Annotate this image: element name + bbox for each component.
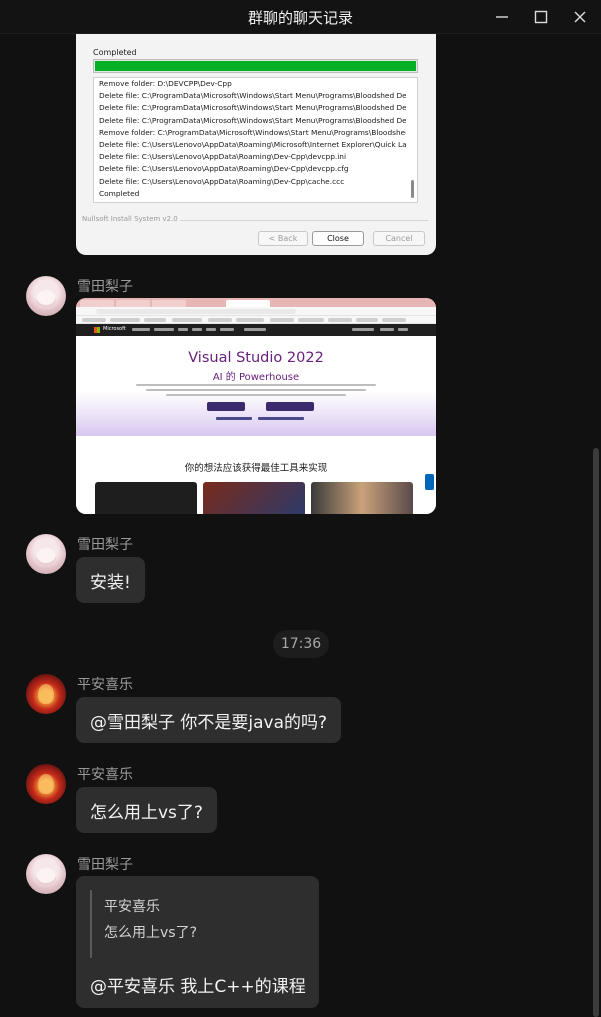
browser-tab: [116, 300, 150, 307]
time-divider: 17:36: [273, 630, 329, 658]
log-line: Remove folder: C:\ProgramData\Microsoft\…: [99, 127, 406, 137]
site-brand: Microsoft: [103, 326, 126, 332]
log-line: Delete file: C:\ProgramData\Microsoft\Wi…: [99, 115, 406, 125]
site-nav: Microsoft: [76, 324, 436, 336]
maximize-icon: [534, 10, 548, 24]
browser-address-bar: [76, 307, 436, 316]
avatar-snow[interactable]: [26, 854, 66, 894]
installer-system-label: Nullsoft Install System v2.0: [82, 215, 178, 223]
feedback-chip: [425, 474, 434, 490]
log-line: Delete file: C:\Users\Lenovo\AppData\Roa…: [99, 164, 349, 174]
log-line: Completed: [99, 188, 140, 198]
log-line: Delete file: C:\Users\Lenovo\AppData\Roa…: [99, 139, 406, 149]
log-line: Delete file: C:\ProgramData\Microsoft\Wi…: [99, 103, 406, 113]
log-line: Delete file: C:\Users\Lenovo\AppData\Roa…: [99, 152, 347, 162]
sender-name: 雪田梨子: [77, 857, 133, 873]
installer-status: Completed: [93, 48, 137, 57]
feature-card-code: [95, 482, 197, 514]
quoted-text[interactable]: 怎么用上vs了?: [104, 922, 197, 942]
avatar-fire[interactable]: [26, 674, 66, 714]
hero-subheadline: AI 的 Powerhouse: [212, 372, 300, 383]
log-scrollbar: [410, 82, 415, 200]
image-message-installer[interactable]: Completed Remove folder: D:\DEVCPP\Dev-C…: [76, 34, 436, 255]
close-button[interactable]: [560, 0, 600, 34]
section-title: 你的想法应该获得最佳工具来实现: [184, 463, 328, 474]
minimize-icon: [496, 16, 508, 18]
sender-name: 雪田梨子: [77, 279, 133, 295]
avatar-snow[interactable]: [26, 276, 66, 316]
installer-log: Remove folder: D:\DEVCPP\Dev-Cpp Delete …: [93, 77, 418, 203]
maximize-button[interactable]: [521, 0, 561, 34]
log-line: Remove folder: D:\DEVCPP\Dev-Cpp: [99, 79, 232, 88]
url-field: [96, 309, 296, 314]
browser-tab: [80, 300, 114, 307]
site-section: 你的想法应该获得最佳工具来实现: [76, 436, 436, 514]
divider: [180, 220, 428, 221]
chat-scrollbar[interactable]: [593, 448, 599, 1017]
message-bubble[interactable]: 怎么用上vs了?: [76, 787, 217, 833]
log-line: Delete file: C:\ProgramData\Microsoft\Wi…: [99, 91, 406, 101]
message-bubble[interactable]: @雪田梨子 你不是要java的吗?: [76, 697, 342, 743]
message-bubble[interactable]: 安装!: [76, 557, 145, 603]
log-line: Delete file: C:\Users\Lenovo\AppData\Roa…: [99, 176, 345, 186]
image-message-vs-website[interactable]: Microsoft Visual Studio 2022 AI 的 Powerh…: [76, 298, 436, 514]
site-hero: Visual Studio 2022 AI 的 Powerhouse: [76, 336, 436, 436]
microsoft-logo-icon: [94, 327, 100, 333]
feature-card-people: [311, 482, 413, 514]
reply-message-bubble[interactable]: 平安喜乐 怎么用上vs了? @平安喜乐 我上C++的课程: [76, 876, 319, 1008]
feature-card-laptop: [203, 482, 305, 514]
installer-back-button: < Back: [258, 231, 308, 246]
reply-text: @平安喜乐 我上C++的课程: [90, 977, 306, 997]
quote-bar: [90, 890, 92, 958]
installer-progress-fill: [95, 61, 416, 71]
sender-name: 平安喜乐: [77, 767, 133, 783]
hero-headline: Visual Studio 2022: [188, 350, 324, 366]
quoted-sender[interactable]: 平安喜乐: [104, 896, 160, 916]
log-scrollbar-thumb: [411, 180, 414, 198]
title-bar: 群聊的聊天记录: [0, 0, 601, 34]
installer-progress-bar: [93, 59, 418, 73]
browser-bookmarks-bar: [76, 316, 436, 324]
close-icon: [574, 11, 586, 23]
minimize-button[interactable]: [482, 0, 522, 34]
installer-cancel-button: Cancel: [373, 231, 425, 246]
sender-name: 雪田梨子: [77, 537, 133, 553]
browser-tab: [152, 300, 186, 307]
browser-tab-active: [226, 300, 270, 307]
avatar-fire[interactable]: [26, 764, 66, 804]
browser-tabbar: [76, 298, 436, 307]
sender-name: 平安喜乐: [77, 677, 133, 693]
installer-close-button: Close: [312, 231, 364, 246]
avatar-snow[interactable]: [26, 534, 66, 574]
